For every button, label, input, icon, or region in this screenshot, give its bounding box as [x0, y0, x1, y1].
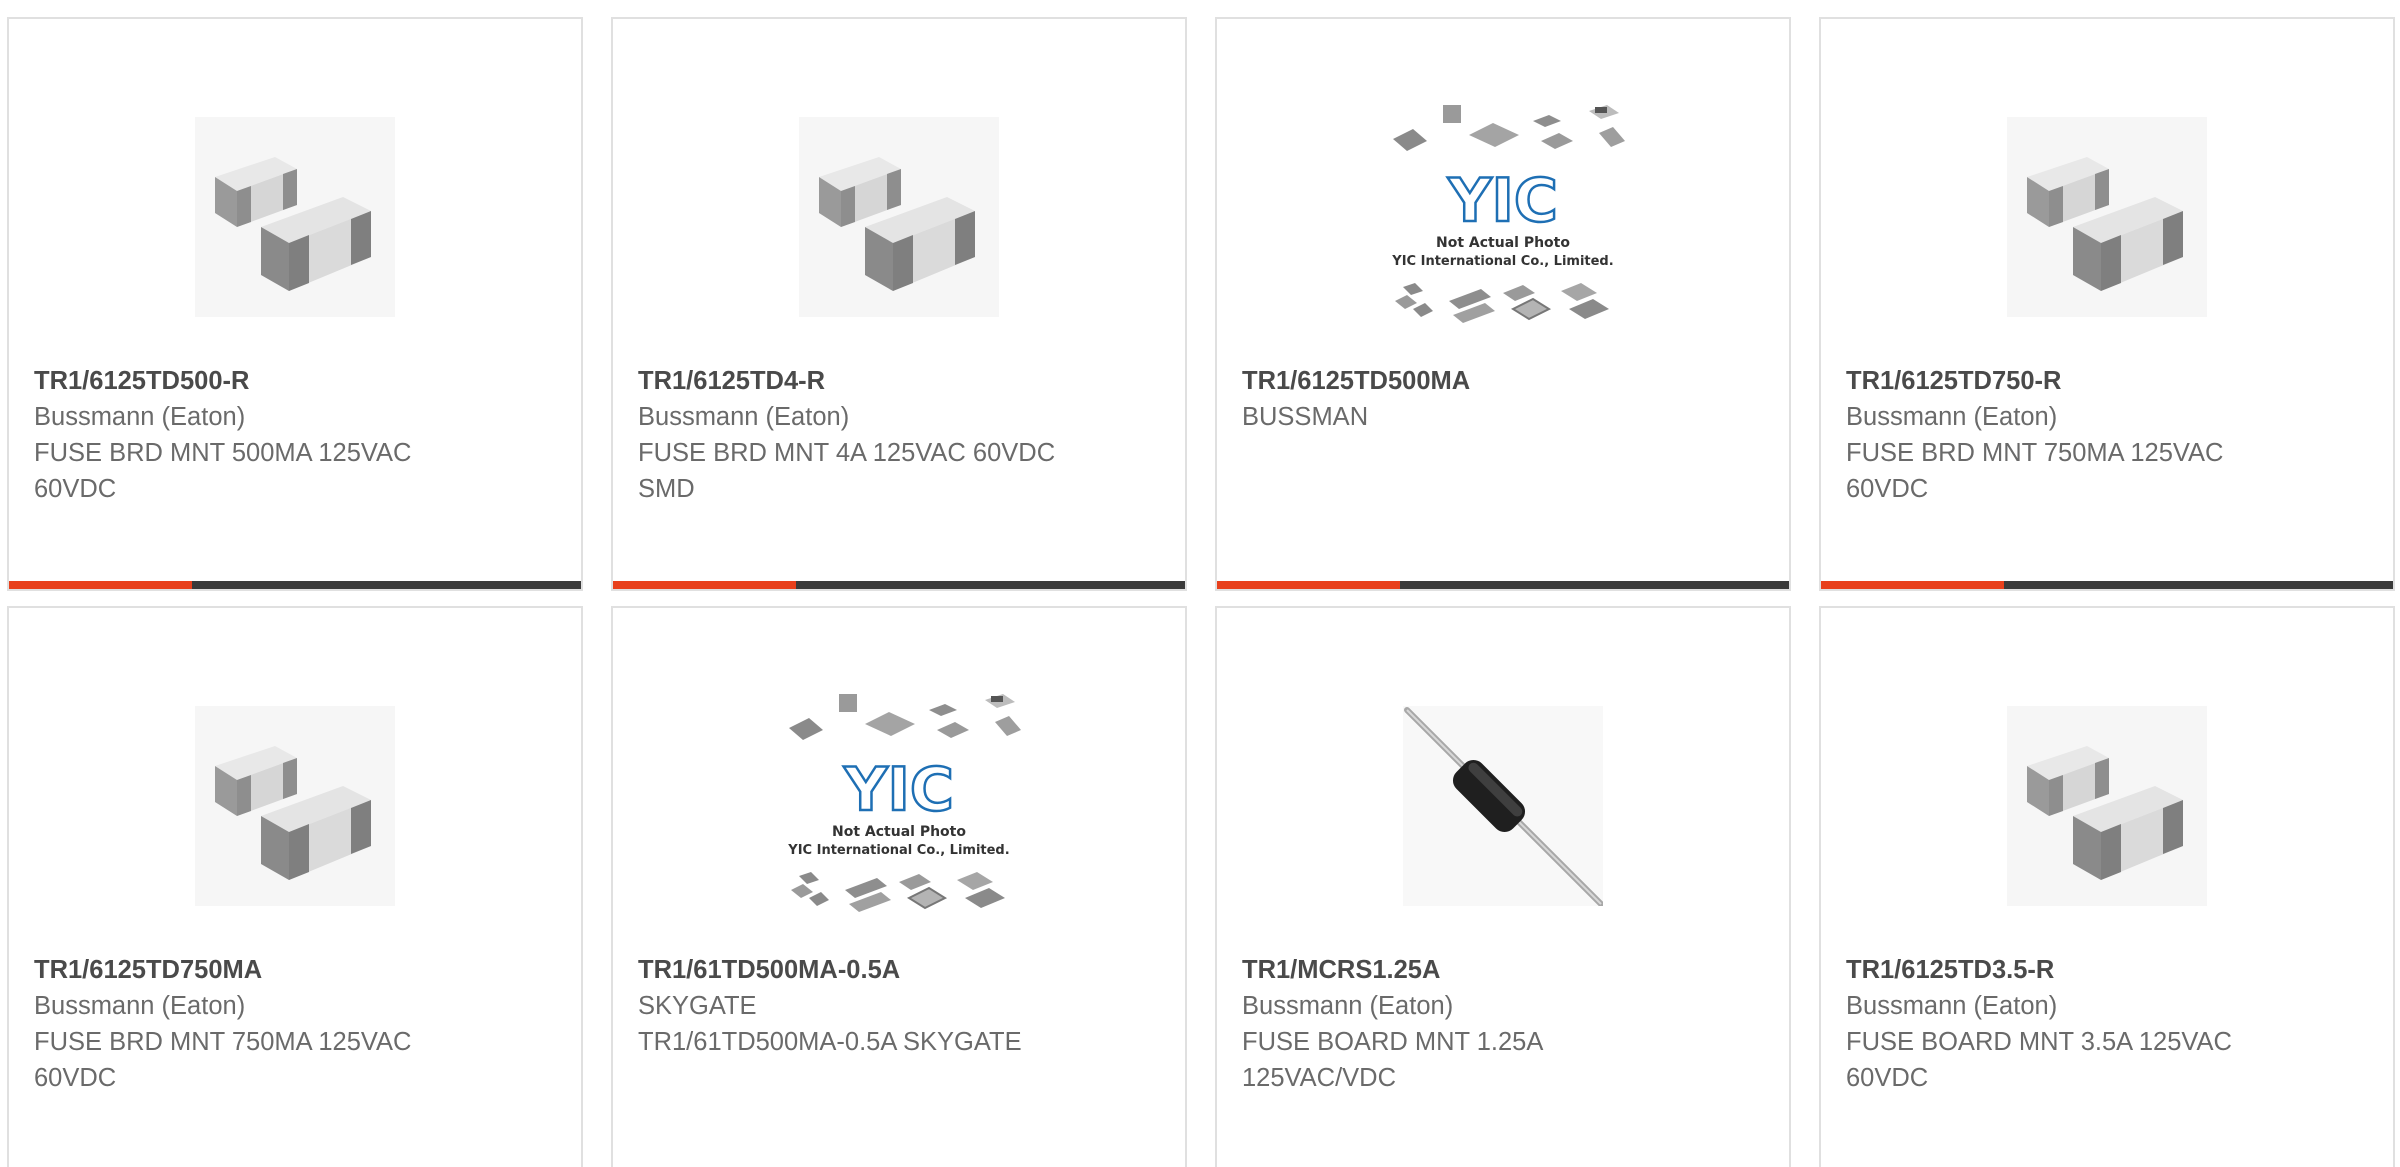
card-hover-bar [613, 581, 1185, 589]
placeholder-logo: YIC [1447, 166, 1558, 236]
manufacturer: Bussmann (Eaton) [1846, 992, 2058, 1020]
manufacturer: Bussmann (Eaton) [1846, 403, 2058, 431]
product-image[interactable] [1373, 676, 1633, 936]
part-number-link[interactable]: TR1/6125TD750-R [1846, 363, 2373, 399]
manufacturer: SKYGATE [638, 992, 757, 1020]
manufacturer: BUSSMAN [1242, 403, 1369, 431]
manufacturer: Bussmann (Eaton) [34, 403, 246, 431]
card-accent-bar [1217, 581, 1400, 589]
card-hover-bar [1217, 581, 1789, 589]
part-number-link[interactable]: TR1/MCRS1.25A [1242, 952, 1769, 988]
placeholder-line2: YIC International Co., Limited. [787, 843, 1009, 858]
manufacturer: Bussmann (Eaton) [34, 992, 246, 1020]
part-number-link[interactable]: TR1/6125TD4-R [638, 363, 1165, 399]
description: FUSE BRD MNT 500MA 125VAC 60VDC [34, 439, 412, 503]
part-number-link[interactable]: TR1/6125TD3.5-R [1846, 952, 2373, 988]
product-info: TR1/MCRS1.25A Bussmann (Eaton) FUSE BOARD … [1242, 952, 1769, 1096]
product-image[interactable]: YIC Not Actual Photo YIC International C… [1373, 87, 1633, 347]
product-image[interactable] [165, 87, 425, 347]
description: FUSE BRD MNT 750MA 125VAC 60VDC [1846, 439, 2224, 503]
product-image[interactable]: YIC Not Actual Photo YIC International C… [769, 676, 1029, 936]
part-number-link[interactable]: TR1/61TD500MA-0.5A [638, 952, 1165, 988]
part-number-link[interactable]: TR1/6125TD750MA [34, 952, 561, 988]
product-info: TR1/6125TD500MA BUSSMAN [1242, 363, 1769, 435]
card-accent-bar [1821, 581, 2004, 589]
product-image[interactable] [1977, 676, 2237, 936]
product-info: TR1/6125TD750MA Bussmann (Eaton) FUSE BRD … [34, 952, 561, 1096]
card-hover-bar [9, 581, 581, 589]
card-accent-bar [613, 581, 796, 589]
part-number-link[interactable]: TR1/6125TD500MA [1242, 363, 1769, 399]
product-image[interactable] [165, 676, 425, 936]
placeholder-line1: Not Actual Photo [1436, 235, 1570, 251]
product-card[interactable]: TR1/6125TD500-R Bussmann (Eaton) FUSE BRD … [7, 17, 583, 591]
part-number-link[interactable]: TR1/6125TD500-R [34, 363, 561, 399]
description: TR1/61TD500MA-0.5A SKYGATE [638, 1028, 1022, 1056]
manufacturer: Bussmann (Eaton) [1242, 992, 1454, 1020]
description: FUSE BRD MNT 750MA 125VAC 60VDC [34, 1028, 412, 1092]
description: FUSE BOARD MNT 3.5A 125VAC 60VDC [1846, 1028, 2232, 1092]
product-grid: TR1/6125TD500-R Bussmann (Eaton) FUSE BRD … [0, 0, 2400, 1167]
product-info: TR1/61TD500MA-0.5A SKYGATE TR1/61TD500MA-0… [638, 952, 1165, 1060]
product-card[interactable]: TR1/6125TD750-R Bussmann (Eaton) FUSE BRD … [1819, 17, 2395, 591]
card-hover-bar [1821, 581, 2393, 589]
placeholder-line2: YIC International Co., Limited. [1391, 254, 1613, 269]
product-image[interactable] [1977, 87, 2237, 347]
placeholder-logo: YIC [843, 755, 954, 825]
card-accent-bar [9, 581, 192, 589]
product-info: TR1/6125TD750-R Bussmann (Eaton) FUSE BRD … [1846, 363, 2373, 507]
product-info: TR1/6125TD3.5-R Bussmann (Eaton) FUSE BOAR… [1846, 952, 2373, 1096]
product-card[interactable]: TR1/6125TD3.5-R Bussmann (Eaton) FUSE BOAR… [1819, 606, 2395, 1167]
product-info: TR1/6125TD500-R Bussmann (Eaton) FUSE BRD … [34, 363, 561, 507]
manufacturer: Bussmann (Eaton) [638, 403, 850, 431]
product-card[interactable]: TR1/MCRS1.25A Bussmann (Eaton) FUSE BOARD … [1215, 606, 1791, 1167]
description: FUSE BRD MNT 4A 125VAC 60VDC SMD [638, 439, 1056, 503]
product-card[interactable]: YIC Not Actual Photo YIC International C… [611, 606, 1187, 1167]
product-card[interactable]: TR1/6125TD750MA Bussmann (Eaton) FUSE BRD … [7, 606, 583, 1167]
placeholder-line1: Not Actual Photo [832, 824, 966, 840]
product-info: TR1/6125TD4-R Bussmann (Eaton) FUSE BRD MN… [638, 363, 1165, 507]
product-card[interactable]: YIC Not Actual Photo YIC International C… [1215, 17, 1791, 591]
description: FUSE BOARD MNT 1.25A 125VAC/VDC [1242, 1028, 1542, 1092]
product-card[interactable]: TR1/6125TD4-R Bussmann (Eaton) FUSE BRD MN… [611, 17, 1187, 591]
product-image[interactable] [769, 87, 1029, 347]
